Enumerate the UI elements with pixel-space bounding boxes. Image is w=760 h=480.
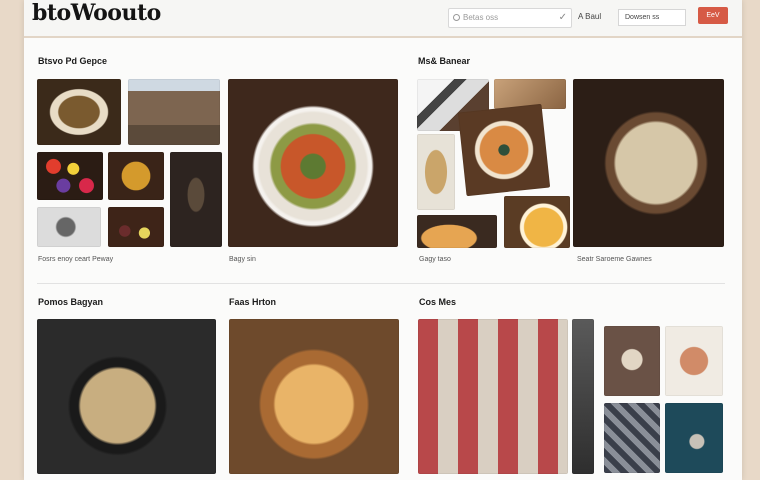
search-placeholder: Betas oss <box>463 13 499 22</box>
caption: Gagy taso <box>419 256 451 263</box>
food-thumbnail[interactable] <box>604 403 660 473</box>
food-thumbnail[interactable] <box>665 326 723 396</box>
go-button[interactable]: EeV <box>698 7 728 24</box>
caption: Seatr Saroeme Gawnes <box>577 256 652 263</box>
section-title: Pomos Bagyan <box>38 297 104 307</box>
caption: Bagy sin <box>229 256 256 263</box>
food-thumbnail[interactable] <box>37 79 121 145</box>
food-thumbnail[interactable] <box>37 152 103 200</box>
food-thumbnail[interactable] <box>417 134 455 210</box>
checkmark-icon: ✓ <box>558 12 567 23</box>
search-icon <box>453 14 460 21</box>
section-divider <box>37 283 725 284</box>
food-feature-image[interactable] <box>228 79 398 247</box>
page-container: btoWoouto Betas oss ✓ A Baul Dowsen ss E… <box>24 0 742 480</box>
food-thumbnail[interactable] <box>457 103 551 197</box>
caption: Fosrs enoy ceart Peway <box>38 256 114 263</box>
section-title: Ms& Banear <box>418 56 471 66</box>
food-thumbnail[interactable] <box>417 215 497 248</box>
food-thumbnail[interactable] <box>37 207 101 247</box>
food-feature-image[interactable] <box>37 319 216 474</box>
food-feature-image[interactable] <box>573 79 724 247</box>
food-thumbnail[interactable] <box>128 79 220 145</box>
food-thumbnail[interactable] <box>665 403 723 473</box>
browse-dropdown[interactable]: Dowsen ss <box>618 9 686 26</box>
food-feature-image[interactable] <box>229 319 399 474</box>
section-title: Cos Mes <box>419 297 457 307</box>
food-thumbnail[interactable] <box>170 152 222 247</box>
food-thumbnail[interactable] <box>504 196 570 248</box>
search-input[interactable]: Betas oss ✓ <box>448 8 572 28</box>
food-thumbnail[interactable] <box>108 207 164 247</box>
section-title: Btsvo Pd Gepce <box>38 56 108 66</box>
site-logo[interactable]: btoWoouto <box>32 0 161 26</box>
nav-link[interactable]: A Baul <box>578 12 601 21</box>
food-thumbnail[interactable] <box>604 326 660 396</box>
food-feature-image[interactable] <box>418 319 568 474</box>
section-title: Faas Hrton <box>229 297 277 307</box>
food-thumbnail[interactable] <box>108 152 164 200</box>
food-thumbnail[interactable] <box>572 319 594 474</box>
top-bar: btoWoouto Betas oss ✓ A Baul Dowsen ss E… <box>24 0 742 38</box>
